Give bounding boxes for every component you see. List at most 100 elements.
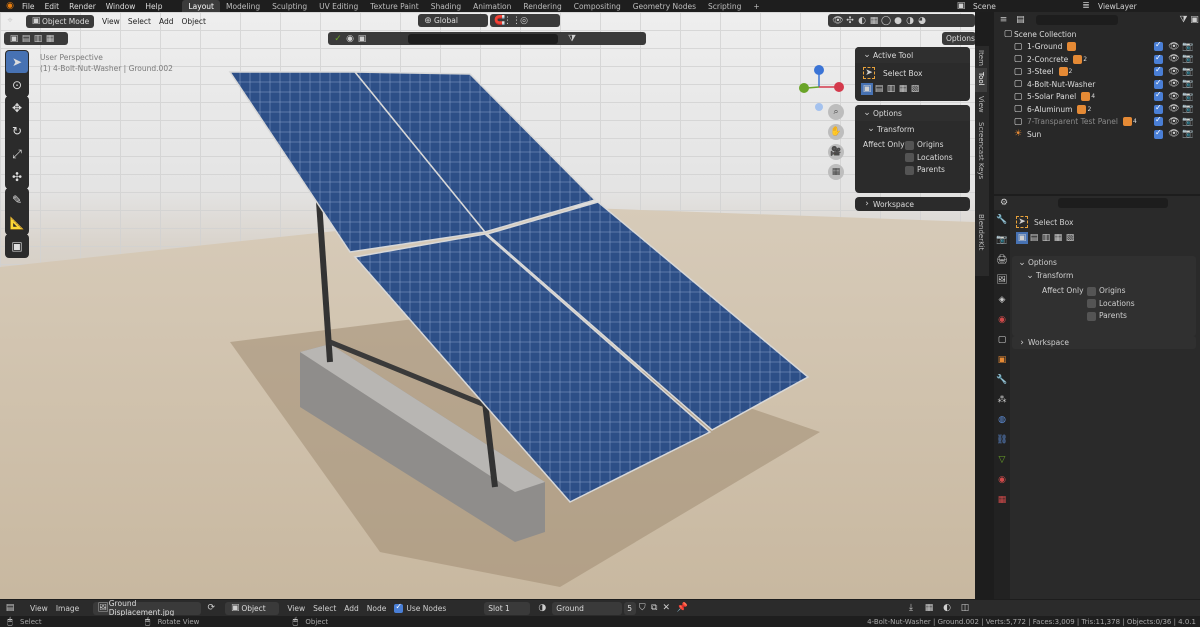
- rotate-tool[interactable]: ↻: [6, 120, 28, 142]
- collection-tab-icon[interactable]: ▢: [996, 334, 1008, 346]
- mode-invert-icon[interactable]: ▦: [1052, 232, 1064, 244]
- new-collection-icon[interactable]: ▣: [1189, 14, 1200, 26]
- tab-animation[interactable]: Animation: [467, 0, 517, 12]
- properties-options-header[interactable]: ⌄ Options: [1012, 256, 1196, 269]
- outliner-item[interactable]: ▢ 2-Concrete 2 👁📷: [994, 53, 1200, 66]
- image-selector[interactable]: 🖼 Ground Displacement.jpg: [93, 599, 202, 617]
- bottom-menu-image[interactable]: Image: [56, 604, 80, 613]
- properties-search-input[interactable]: [1058, 198, 1168, 208]
- object-selector[interactable]: ▣ Object: [225, 601, 280, 615]
- tab-screencast-keys[interactable]: Screencast Keys: [975, 118, 987, 210]
- tab-modeling[interactable]: Modeling: [220, 0, 266, 12]
- blender-logo-icon[interactable]: ◉: [4, 0, 16, 12]
- tool-tab-icon[interactable]: 🔧: [996, 214, 1008, 226]
- camera-render-icon[interactable]: 📷: [1182, 41, 1194, 53]
- camera-render-icon[interactable]: 📷: [1182, 128, 1194, 140]
- properties-parents-checkbox[interactable]: [1087, 311, 1096, 321]
- tab-layout[interactable]: Layout: [182, 0, 220, 12]
- menu-edit[interactable]: Edit: [45, 2, 60, 11]
- scale-tool[interactable]: ⤢: [6, 143, 28, 165]
- workspace-panel[interactable]: › Workspace: [855, 197, 970, 211]
- camera-render-icon[interactable]: 📷: [1182, 53, 1194, 65]
- select-mode-buttons[interactable]: ▣ ▤ ▥ ▦: [4, 32, 68, 45]
- sidebar-toggle-icon[interactable]: ◫: [959, 602, 971, 614]
- outliner-search-input[interactable]: [1035, 15, 1119, 25]
- node-menu-select[interactable]: Select: [313, 604, 336, 613]
- vp-menu-object[interactable]: Object: [181, 17, 205, 26]
- select-box-tool[interactable]: ➤: [6, 51, 28, 73]
- eye-icon[interactable]: 👁: [1168, 116, 1180, 128]
- outliner-item[interactable]: ▢ 5-Solar Panel 4 👁📷: [994, 90, 1200, 104]
- cursor-tool[interactable]: ⊙: [6, 74, 28, 96]
- node-menu-node[interactable]: Node: [367, 604, 387, 613]
- outliner-item[interactable]: ▢ 6-Aluminum 2 👁📷: [994, 103, 1200, 116]
- properties-editor-icon[interactable]: ⚙: [998, 197, 1010, 209]
- mode-dropdown[interactable]: ▣ Object Mode: [26, 14, 94, 28]
- annotate-tool[interactable]: ✎: [6, 189, 28, 211]
- add-workspace-button[interactable]: +: [747, 0, 765, 12]
- move-tool[interactable]: ✥: [6, 97, 28, 119]
- snap-icon[interactable]: ⤓: [905, 602, 917, 614]
- outliner-item[interactable]: ▢ 4-Bolt-Nut-Washer 👁📷: [994, 78, 1200, 91]
- tab-view[interactable]: View: [975, 92, 987, 118]
- transform-header[interactable]: ⌄ Transform: [855, 121, 970, 137]
- material-selector[interactable]: Ground: [552, 601, 623, 615]
- perspective-toggle-icon[interactable]: ▦: [828, 164, 844, 180]
- properties-locations-checkbox[interactable]: [1087, 299, 1096, 309]
- eye-icon[interactable]: 👁: [1168, 103, 1180, 115]
- orientation-dropdown[interactable]: ⊕ Global: [418, 14, 488, 27]
- parents-checkbox[interactable]: [905, 165, 914, 175]
- menu-file[interactable]: File: [22, 2, 35, 11]
- options-header[interactable]: ⌄ Options: [855, 105, 970, 121]
- exclude-checkbox[interactable]: [1154, 65, 1163, 77]
- outliner-editor-icon[interactable]: ≡: [998, 14, 1009, 26]
- exclude-checkbox[interactable]: [1154, 40, 1163, 52]
- camera-render-icon[interactable]: 📷: [1182, 91, 1194, 103]
- material-users-count[interactable]: 5: [624, 601, 637, 615]
- node-menu-add[interactable]: Add: [344, 604, 359, 613]
- constraints-tab-icon[interactable]: ⛓: [996, 434, 1008, 446]
- tab-sculpting[interactable]: Sculpting: [266, 0, 313, 12]
- tab-shading[interactable]: Shading: [425, 0, 467, 12]
- data-tab-icon[interactable]: ▽: [996, 454, 1008, 466]
- add-cube-tool[interactable]: ▣: [6, 235, 28, 257]
- properties-transform-header[interactable]: ⌄ Transform: [1012, 269, 1196, 282]
- scene-collection-row[interactable]: ▢ Scene Collection: [994, 28, 1200, 41]
- select-invert-icon[interactable]: ▦: [44, 33, 56, 45]
- camera-render-icon[interactable]: 📷: [1182, 116, 1194, 128]
- exclude-checkbox[interactable]: [1154, 78, 1163, 89]
- tab-texture-paint[interactable]: Texture Paint: [364, 0, 424, 12]
- transform-tool[interactable]: ✣: [6, 166, 28, 188]
- pin-icon[interactable]: 📌: [676, 602, 688, 614]
- menu-window[interactable]: Window: [106, 2, 136, 11]
- snap-controls[interactable]: 🧲 ⋮⋮ ◎: [490, 14, 560, 27]
- view-layer-selector[interactable]: ≣ ViewLayer: [1080, 0, 1137, 12]
- outliner-item[interactable]: ▢ 3-Steel 2 👁📷: [994, 65, 1200, 79]
- tab-compositing[interactable]: Compositing: [568, 0, 627, 12]
- vp-menu-select[interactable]: Select: [128, 17, 151, 26]
- mode-extend-icon[interactable]: ▤: [873, 83, 885, 95]
- camera-render-icon[interactable]: 📷: [1182, 66, 1194, 78]
- viewport-shading-controls[interactable]: 👁 ✣ ◐ ▦ ◯ ● ◑ ◕: [828, 14, 975, 27]
- mode-new-icon[interactable]: ▣: [861, 83, 873, 95]
- vp-menu-view[interactable]: View: [102, 17, 120, 26]
- exclude-checkbox[interactable]: [1154, 90, 1163, 102]
- eye-icon[interactable]: 👁: [1168, 128, 1180, 140]
- tab-rendering[interactable]: Rendering: [517, 0, 567, 12]
- menu-render[interactable]: Render: [69, 2, 96, 11]
- view-layer-name[interactable]: ViewLayer: [1098, 2, 1137, 11]
- node-menu-view[interactable]: View: [287, 604, 305, 613]
- outliner-filter-bar[interactable]: ✓ ◉ ▣ ⧩: [328, 32, 646, 45]
- mode-intersect-icon[interactable]: ▧: [909, 83, 921, 95]
- tab-scripting[interactable]: Scripting: [702, 0, 747, 12]
- bottom-menu-view[interactable]: View: [30, 604, 48, 613]
- fake-user-icon[interactable]: ⛉: [636, 602, 648, 614]
- camera-render-icon[interactable]: 📷: [1182, 103, 1194, 115]
- outliner-item[interactable]: ▢ 1-Ground 👁📷: [994, 40, 1200, 54]
- grid-icon[interactable]: ▦: [923, 602, 935, 614]
- options-dropdown[interactable]: Options: [942, 32, 975, 45]
- tab-uv-editing[interactable]: UV Editing: [313, 0, 364, 12]
- properties-workspace-section[interactable]: › Workspace: [1012, 336, 1196, 349]
- output-tab-icon[interactable]: 🖨: [996, 254, 1008, 266]
- filter-icon[interactable]: ⧩: [566, 33, 578, 45]
